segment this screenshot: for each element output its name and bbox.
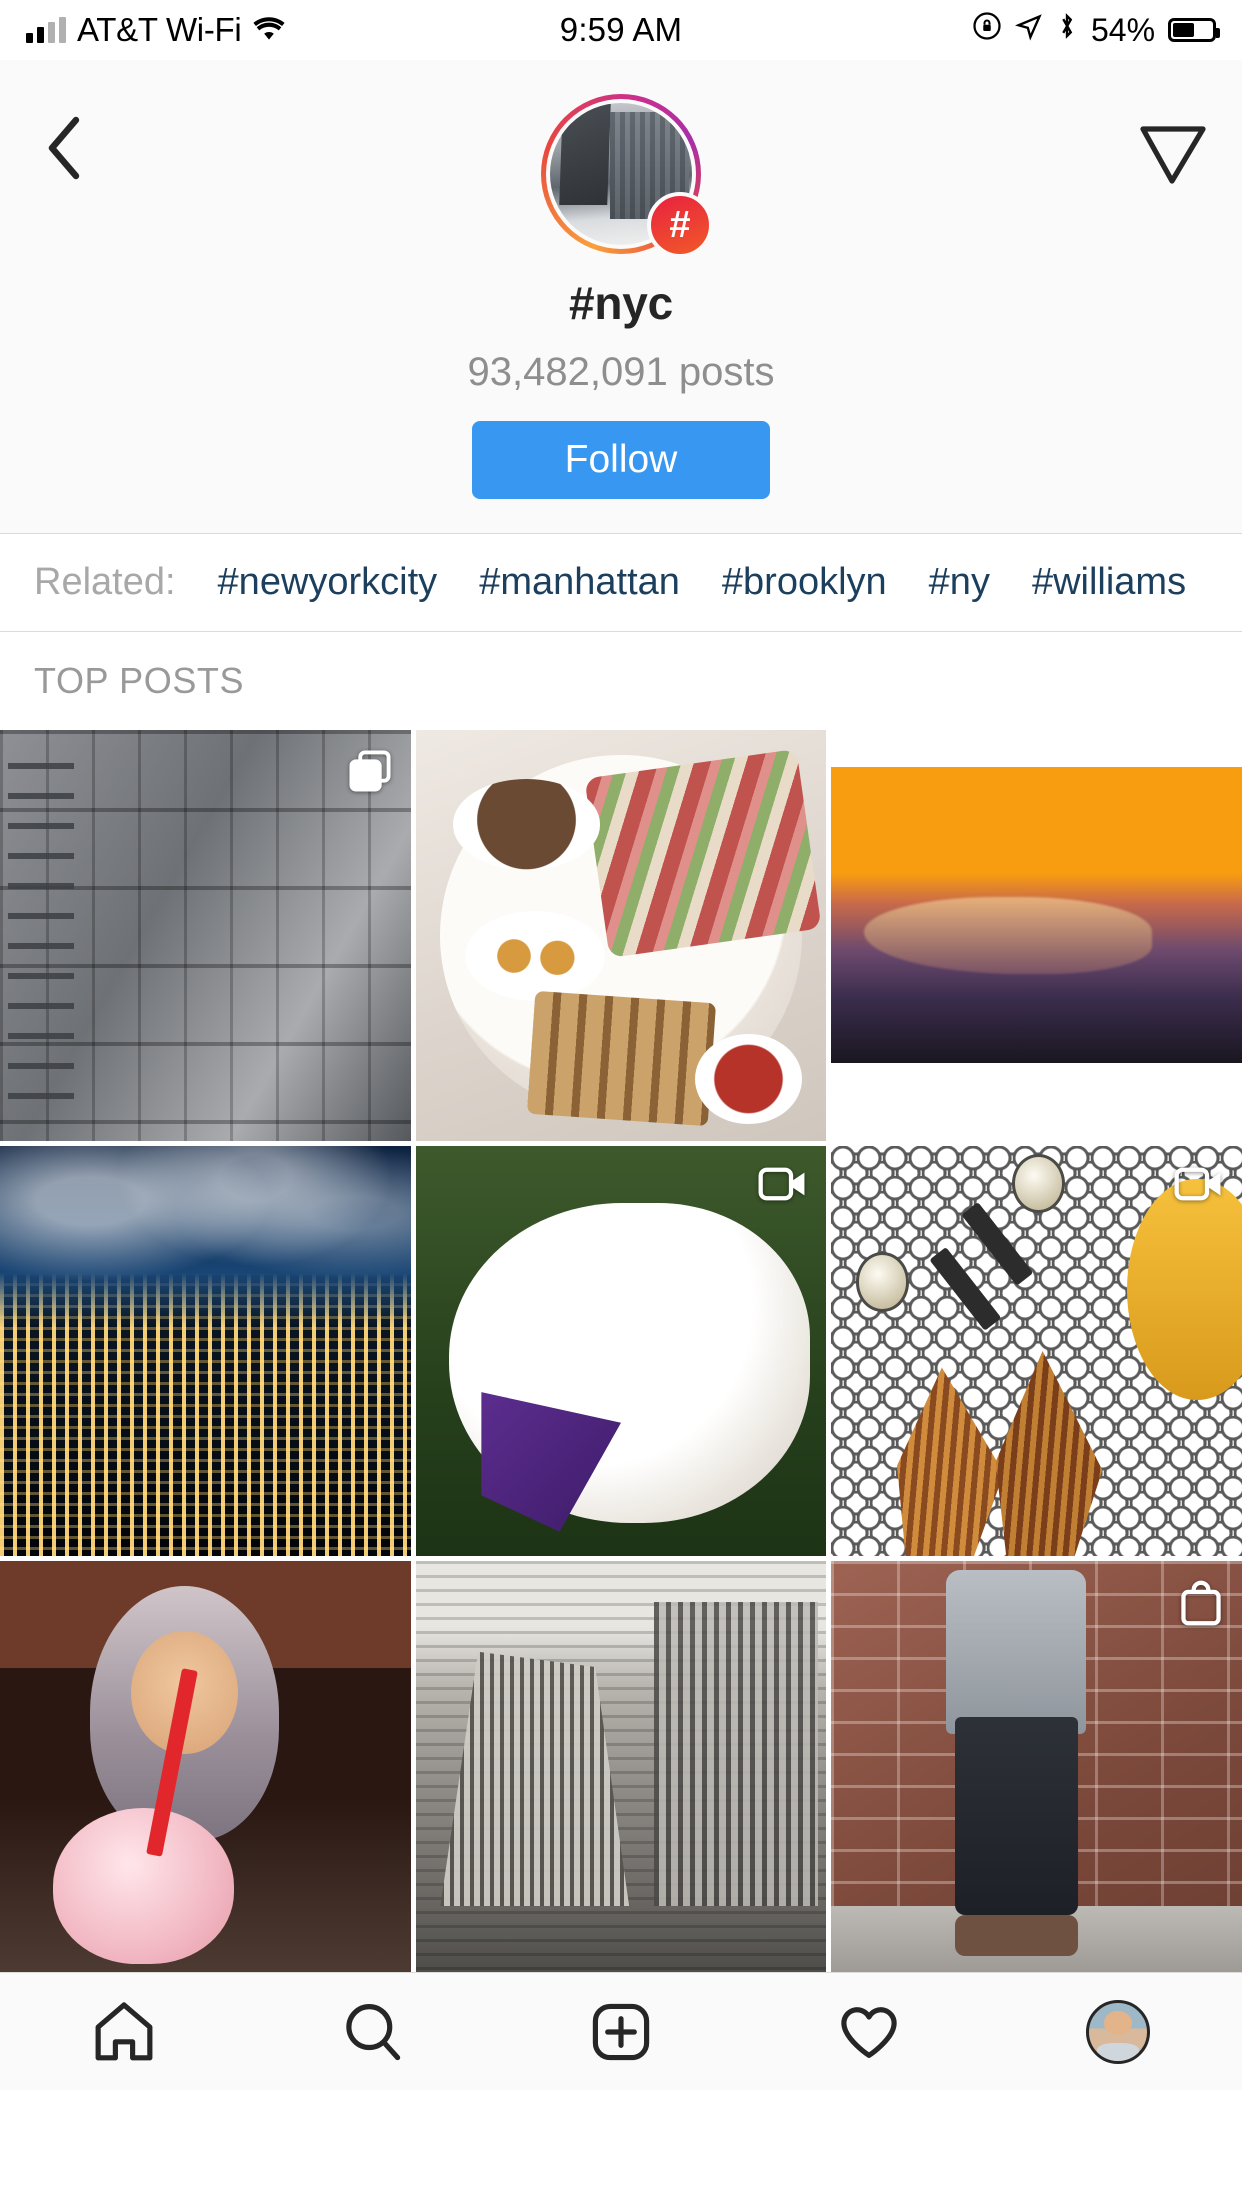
post-thumbnail bbox=[831, 730, 1242, 1141]
post-thumbnail bbox=[415, 1561, 827, 1973]
heart-icon bbox=[841, 2006, 898, 2058]
shopping-bag-icon bbox=[1178, 1579, 1224, 1627]
clock-label: 9:59 AM bbox=[559, 11, 683, 48]
search-icon bbox=[345, 2003, 400, 2060]
video-icon bbox=[758, 1164, 808, 1204]
paper-plane-icon bbox=[1140, 126, 1206, 184]
signal-bars-icon bbox=[26, 17, 66, 43]
hashtag-header: # #nyc 93,482,091 posts Follow bbox=[0, 60, 1242, 534]
top-posts-heading: TOP POSTS bbox=[0, 632, 1242, 730]
bluetooth-icon bbox=[1056, 11, 1078, 49]
carousel-icon bbox=[347, 748, 393, 794]
profile-avatar-icon bbox=[1085, 1999, 1150, 2064]
related-tag-manhattan[interactable]: #manhattan bbox=[479, 561, 680, 604]
status-bar-right: 54% bbox=[682, 11, 1221, 49]
hashtag-avatar[interactable]: # bbox=[541, 94, 713, 258]
follow-button[interactable]: Follow bbox=[472, 421, 770, 499]
video-icon bbox=[1174, 1164, 1224, 1204]
related-label: Related: bbox=[34, 561, 176, 603]
chevron-left-icon bbox=[48, 116, 80, 180]
share-button[interactable] bbox=[1138, 118, 1208, 188]
post-building-facade[interactable] bbox=[0, 730, 411, 1141]
post-count-label: 93,482,091 posts bbox=[467, 350, 775, 394]
carrier-label: AT&T Wi-Fi bbox=[77, 11, 242, 48]
post-night-skyline[interactable] bbox=[0, 1145, 411, 1557]
plus-square-icon bbox=[592, 2003, 650, 2060]
status-bar: AT&T Wi-Fi 9:59 AM 54% bbox=[0, 0, 1242, 60]
post-thumbnail bbox=[831, 1145, 1242, 1557]
status-bar-center: 9:59 AM bbox=[560, 11, 682, 49]
page-title: #nyc bbox=[568, 277, 674, 329]
location-arrow-icon bbox=[1014, 11, 1043, 49]
tab-add-post[interactable] bbox=[561, 1973, 681, 2091]
related-hashtags-row[interactable]: Related: #newyorkcity #manhattan #brookl… bbox=[0, 534, 1242, 632]
post-food-platter[interactable] bbox=[415, 730, 827, 1141]
hashtag-badge-icon: # bbox=[647, 192, 713, 258]
tab-profile[interactable] bbox=[1058, 1973, 1178, 2091]
tab-home[interactable] bbox=[64, 1973, 184, 2091]
post-hex-tile-shoes[interactable] bbox=[831, 1145, 1242, 1557]
post-white-cat[interactable] bbox=[415, 1145, 827, 1557]
related-tag-brooklyn[interactable]: #brooklyn bbox=[722, 561, 887, 604]
post-man-brick-wall[interactable] bbox=[831, 1561, 1242, 1973]
back-button[interactable] bbox=[34, 116, 94, 180]
wifi-icon bbox=[252, 11, 286, 49]
battery-percent-label: 54% bbox=[1090, 11, 1156, 48]
post-thumbnail bbox=[415, 1145, 827, 1557]
post-thumbnail bbox=[0, 1145, 411, 1557]
top-posts-grid bbox=[0, 730, 1242, 1973]
post-woman-drink[interactable] bbox=[0, 1561, 411, 1973]
post-vintage-cityscape[interactable] bbox=[415, 1561, 827, 1973]
related-tag-newyorkcity[interactable]: #newyorkcity bbox=[218, 561, 438, 604]
post-sunset-wave[interactable] bbox=[831, 730, 1242, 1141]
post-thumbnail bbox=[0, 1561, 411, 1973]
instagram-hashtag-page: AT&T Wi-Fi 9:59 AM 54% # #nyc 93,482,091… bbox=[0, 0, 1242, 2208]
post-thumbnail bbox=[415, 730, 827, 1141]
rotation-lock-icon bbox=[972, 11, 1002, 49]
bottom-tab-bar bbox=[0, 1972, 1242, 2091]
status-bar-left: AT&T Wi-Fi bbox=[26, 11, 560, 49]
tab-activity[interactable] bbox=[809, 1973, 929, 2091]
related-tag-williams[interactable]: #williams bbox=[1032, 561, 1186, 604]
battery-icon bbox=[1168, 18, 1221, 42]
home-icon bbox=[95, 2001, 153, 2060]
tab-search[interactable] bbox=[313, 1973, 433, 2091]
related-tag-ny[interactable]: #ny bbox=[929, 561, 990, 604]
